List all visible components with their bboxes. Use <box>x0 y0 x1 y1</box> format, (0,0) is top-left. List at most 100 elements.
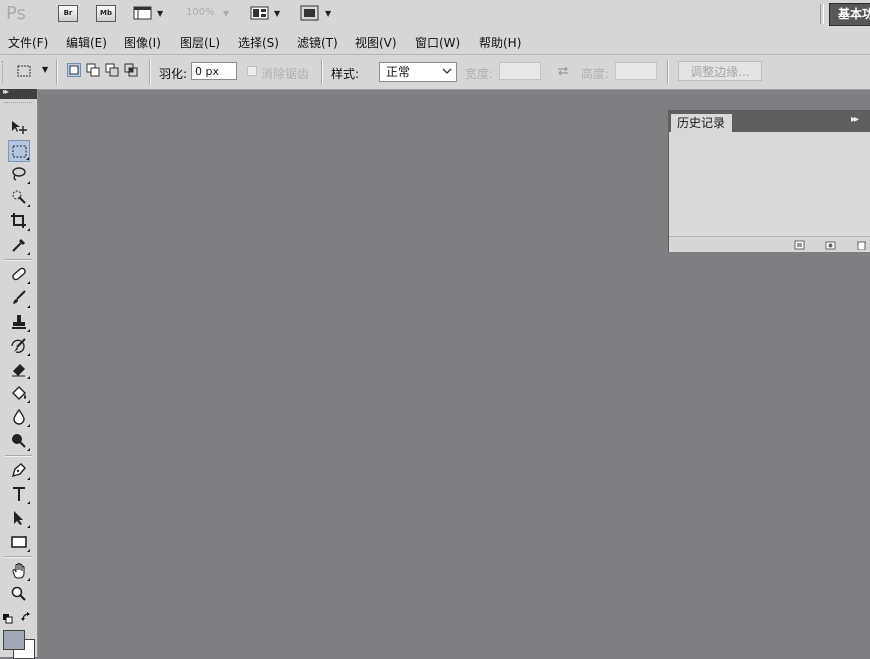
view-extras-button[interactable] <box>133 5 153 21</box>
feather-input[interactable]: 0 px <box>191 62 237 80</box>
application-bar: Ps Br Mb ▼ 100% ▼ ▼ ▼ 基本功能 <box>0 0 870 28</box>
dodge-icon <box>12 434 26 448</box>
panel-menu-icon[interactable]: ▸▸ <box>851 114 859 125</box>
move-tool[interactable] <box>8 116 30 138</box>
add-to-selection-icon <box>86 63 100 77</box>
zoom-level[interactable]: 100% <box>186 7 215 18</box>
options-bar-grip[interactable] <box>2 61 9 83</box>
default-colors-button[interactable] <box>3 613 13 624</box>
new-selection-icon <box>69 65 79 75</box>
more-tools-indicator <box>27 578 30 581</box>
path-selection-tool[interactable] <box>8 507 30 529</box>
spot-healing-tool[interactable] <box>8 263 30 285</box>
history-panel-header[interactable]: 历史记录 ▸▸ <box>669 111 870 132</box>
new-selection-button[interactable] <box>67 63 81 77</box>
hand-tool[interactable] <box>8 560 30 582</box>
chevron-down-icon[interactable]: ▼ <box>223 9 229 18</box>
menu-window[interactable]: 窗口(W) <box>415 34 460 51</box>
swap-colors-button[interactable] <box>21 612 33 624</box>
chevron-down-icon[interactable]: ▼ <box>42 65 48 74</box>
add-to-selection-button[interactable] <box>86 63 100 77</box>
launch-mini-bridge-button[interactable]: Mb <box>96 5 116 22</box>
history-list[interactable] <box>669 132 870 236</box>
swap-width-height-button[interactable] <box>556 64 570 78</box>
refine-edge-button[interactable]: 调整边缘... <box>678 61 762 81</box>
menu-filter[interactable]: 滤镜(T) <box>297 34 338 51</box>
more-tools-indicator <box>27 281 30 284</box>
style-select[interactable]: 正常 <box>379 62 457 82</box>
subtract-from-selection-button[interactable] <box>105 63 119 77</box>
chevron-down-icon[interactable]: ▼ <box>325 9 331 18</box>
more-tools-indicator <box>27 329 30 332</box>
zoom-tool[interactable] <box>8 583 30 605</box>
new-snapshot-button[interactable] <box>825 239 836 250</box>
feather-label: 羽化: <box>159 67 188 81</box>
dodge-tool[interactable] <box>8 430 30 452</box>
foreground-color-swatch[interactable] <box>3 630 25 650</box>
menu-view[interactable]: 视图(V) <box>355 34 397 51</box>
eyedropper-icon <box>12 238 26 252</box>
chevron-down-icon[interactable]: ▼ <box>274 9 280 18</box>
tools-panel-header[interactable]: ▸▸ <box>0 87 37 99</box>
tab-history[interactable]: 历史记录 <box>671 114 733 132</box>
paint-bucket-tool[interactable] <box>8 382 30 404</box>
eraser-icon <box>12 364 25 377</box>
workspace-switcher[interactable]: 基本功能 <box>829 3 870 26</box>
arrange-documents-button[interactable] <box>250 5 270 21</box>
arrow-cursor-icon <box>14 511 23 525</box>
menu-image[interactable]: 图像(I) <box>124 34 161 51</box>
marquee-preset-icon <box>17 65 31 77</box>
pen-tool[interactable] <box>8 459 30 481</box>
rectangular-marquee-tool[interactable] <box>8 140 30 162</box>
type-tool[interactable] <box>8 483 30 505</box>
hand-icon <box>12 562 25 579</box>
divider <box>56 59 58 85</box>
grip-dots <box>4 102 32 105</box>
eraser-tool[interactable] <box>8 358 30 380</box>
blur-tool[interactable] <box>8 406 30 428</box>
more-tools-indicator <box>27 353 30 356</box>
more-tools-indicator <box>27 501 30 504</box>
menu-help[interactable]: 帮助(H) <box>479 34 521 51</box>
divider <box>667 59 669 85</box>
rectangle-tool[interactable] <box>8 531 30 553</box>
lasso-tool[interactable] <box>8 163 30 185</box>
more-tools-indicator <box>27 181 30 184</box>
height-input[interactable] <box>615 62 657 80</box>
brush-tool[interactable] <box>8 287 30 309</box>
menu-file[interactable]: 文件(F) <box>8 34 48 51</box>
chevron-down-icon[interactable]: ▼ <box>157 9 163 18</box>
swap-colors-icon <box>21 612 30 621</box>
lasso-icon <box>12 167 26 181</box>
type-icon <box>13 487 25 501</box>
screen-mode-button[interactable] <box>300 5 320 21</box>
stamp-icon <box>12 315 26 329</box>
divider <box>149 59 151 85</box>
menu-bar: 文件(F) 编辑(E) 图像(I) 图层(L) 选择(S) 滤镜(T) 视图(V… <box>0 28 870 55</box>
quick-selection-tool[interactable] <box>8 186 30 208</box>
more-tools-indicator <box>27 228 30 231</box>
history-panel: 历史记录 ▸▸ <box>668 110 870 252</box>
antialias-label: 消除锯齿 <box>261 67 310 81</box>
crop-tool[interactable] <box>8 210 30 232</box>
history-brush-tool[interactable] <box>8 335 30 357</box>
width-input[interactable] <box>499 62 541 80</box>
tools-panel: ▸▸ <box>0 87 38 657</box>
intersect-selection-button[interactable] <box>124 63 138 77</box>
trash-icon <box>857 241 866 251</box>
expand-icon: ▸▸ <box>3 87 9 96</box>
eyedropper-tool[interactable] <box>8 234 30 256</box>
menu-select[interactable]: 选择(S) <box>238 34 279 51</box>
crop-icon <box>11 213 26 228</box>
document-workspace[interactable] <box>38 90 39 91</box>
menu-edit[interactable]: 编辑(E) <box>66 34 107 51</box>
delete-state-button[interactable] <box>856 239 867 251</box>
menu-layer[interactable]: 图层(L) <box>180 34 220 51</box>
clone-stamp-tool[interactable] <box>8 311 30 333</box>
new-document-from-state-button[interactable] <box>794 239 805 250</box>
intersect-selection-icon <box>124 63 138 77</box>
antialias-checkbox[interactable] <box>247 66 257 76</box>
launch-bridge-button[interactable]: Br <box>58 5 78 22</box>
tool-preset-picker[interactable] <box>16 64 34 78</box>
more-tools-indicator <box>27 400 30 403</box>
